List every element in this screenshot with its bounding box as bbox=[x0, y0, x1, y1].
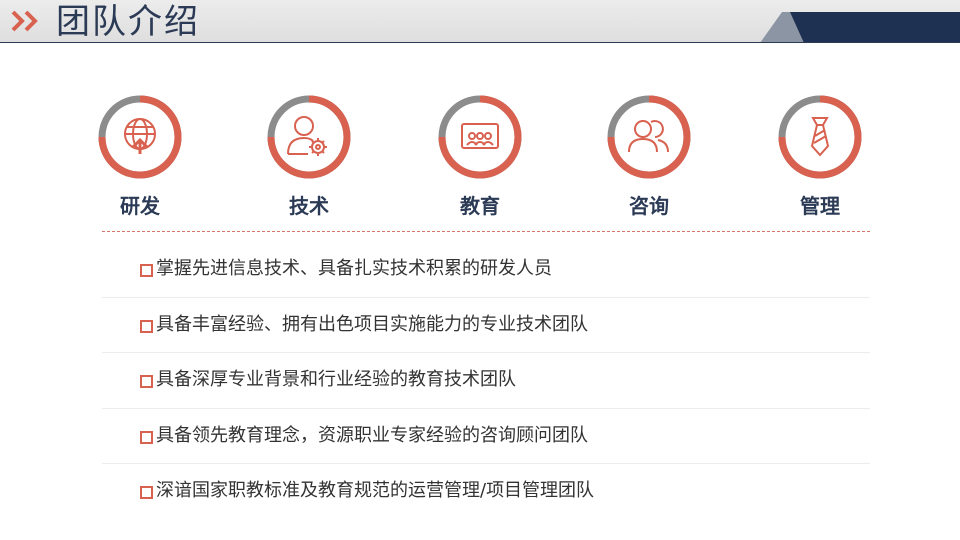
category-education: 教育 bbox=[430, 94, 530, 224]
list-item: 具备丰富经验、拥有出色项目实施能力的专业技术团队 bbox=[102, 298, 870, 353]
section-divider bbox=[102, 231, 870, 232]
list-item-text: 具备深厚专业背景和行业经验的教育技术团队 bbox=[156, 369, 516, 390]
category-ring bbox=[438, 95, 522, 179]
classroom-icon bbox=[461, 123, 499, 149]
square-bullet-icon bbox=[140, 319, 153, 333]
double-chevron-right-icon bbox=[11, 10, 38, 32]
category-label: 研发 bbox=[120, 194, 160, 218]
category-consulting: 咨询 bbox=[599, 94, 699, 224]
category-rd: 研发 bbox=[90, 94, 190, 224]
list-item: 具备领先教育理念，资源职业专家经验的咨询顾问团队 bbox=[102, 409, 870, 464]
list-item: 掌握先进信息技术、具备扎实技术积累的研发人员 bbox=[102, 242, 870, 298]
category-ring bbox=[607, 95, 691, 179]
header-corner-decoration bbox=[760, 12, 960, 43]
square-bullet-icon bbox=[140, 375, 153, 388]
list-item-text: 具备丰富经验、拥有出色项目实施能力的专业技术团队 bbox=[156, 313, 588, 335]
bullet-list: 掌握先进信息技术、具备扎实技术积累的研发人员 具备丰富经验、拥有出色项目实施能力… bbox=[102, 242, 870, 520]
category-management: 管理 bbox=[770, 94, 870, 224]
list-item-text: 深谙国家职教标准及教育规范的运营管理/项目管理团队 bbox=[156, 480, 595, 501]
list-item-text: 掌握先进信息技术、具备扎实技术积累的研发人员 bbox=[156, 258, 552, 279]
globe-upload-icon bbox=[124, 118, 156, 154]
header-divider bbox=[0, 42, 960, 43]
category-ring bbox=[98, 95, 182, 179]
category-label: 教育 bbox=[460, 194, 500, 218]
square-bullet-icon bbox=[140, 486, 153, 499]
category-label: 管理 bbox=[800, 194, 840, 218]
category-ring bbox=[267, 95, 351, 179]
header-bar: 团队介绍 bbox=[0, 0, 960, 43]
list-item: 具备深厚专业背景和行业经验的教育技术团队 bbox=[102, 353, 870, 409]
square-bullet-icon bbox=[140, 264, 153, 277]
category-tech: 技术 bbox=[259, 94, 359, 224]
category-label: 咨询 bbox=[629, 194, 669, 218]
users-icon bbox=[628, 120, 669, 153]
list-item-text: 具备领先教育理念，资源职业专家经验的咨询顾问团队 bbox=[156, 424, 588, 446]
list-item: 深谙国家职教标准及教育规范的运营管理/项目管理团队 bbox=[102, 464, 870, 520]
page-title: 团队介绍 bbox=[56, 2, 200, 42]
category-ring bbox=[778, 95, 862, 179]
necktie-icon bbox=[810, 117, 830, 157]
category-label: 技术 bbox=[289, 194, 329, 218]
square-bullet-icon bbox=[140, 430, 153, 444]
user-gear-icon bbox=[287, 116, 327, 156]
